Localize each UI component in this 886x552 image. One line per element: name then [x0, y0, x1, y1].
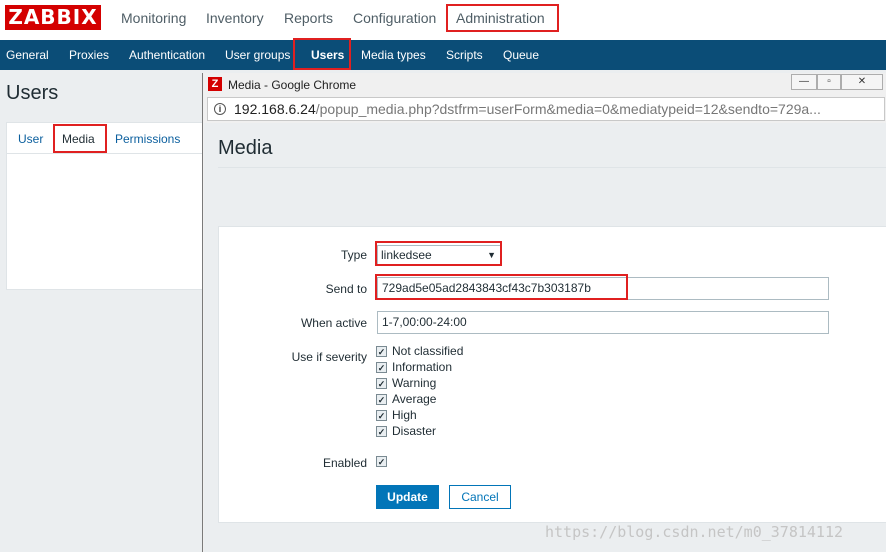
- close-icon[interactable]: ✕: [841, 74, 883, 90]
- popup-content: Media Type Send to When active Use if se…: [204, 123, 886, 552]
- subnav-scripts[interactable]: Scripts: [446, 48, 483, 62]
- checkbox-icon[interactable]: ✓: [376, 378, 387, 389]
- severity-label-text: Information: [392, 360, 453, 374]
- cancel-button[interactable]: Cancel: [449, 485, 511, 509]
- enabled-label: Enabled: [322, 456, 367, 470]
- subnav-user-groups[interactable]: User groups: [225, 48, 290, 62]
- url-host: 192.168.6.24: [234, 101, 316, 117]
- user-tabs-panel: User Media Permissions: [6, 122, 208, 290]
- enabled-checkbox[interactable]: ✓: [376, 456, 387, 467]
- severity-label-text: Disaster: [392, 424, 437, 438]
- menu-monitoring[interactable]: Monitoring: [121, 10, 186, 26]
- checkbox-icon[interactable]: ✓: [376, 346, 387, 357]
- popup-window-title: Media - Google Chrome: [228, 78, 357, 92]
- watermark: https://blog.csdn.net/m0_37814112: [545, 523, 844, 541]
- type-label: Type: [340, 248, 367, 262]
- sendto-label: Send to: [325, 282, 367, 296]
- top-bar: ZABBIX Monitoring Inventory Reports Conf…: [0, 0, 886, 40]
- severity-label-text: Not classified: [392, 344, 464, 358]
- checkbox-icon[interactable]: ✓: [376, 410, 387, 421]
- highlight-type: [375, 241, 502, 266]
- url-bar[interactable]: i 192.168.6.24/popup_media.php?dstfrm=us…: [207, 97, 885, 121]
- severity-label-text: Average: [392, 392, 437, 406]
- checkbox-icon[interactable]: ✓: [376, 426, 387, 437]
- highlight-administration: [446, 4, 559, 32]
- title-divider: [218, 167, 886, 168]
- info-icon[interactable]: i: [214, 103, 226, 115]
- highlight-sendto: [375, 274, 628, 300]
- tab-permissions[interactable]: Permissions: [115, 132, 180, 146]
- tabs-divider: [7, 153, 207, 154]
- highlight-media-tab: [53, 124, 107, 153]
- subnav-queue[interactable]: Queue: [503, 48, 539, 62]
- when-active-input[interactable]: 1-7,00:00-24:00: [377, 311, 829, 334]
- update-button[interactable]: Update: [376, 485, 439, 509]
- menu-reports[interactable]: Reports: [284, 10, 333, 26]
- subnav-media-types[interactable]: Media types: [361, 48, 426, 62]
- media-title: Media: [218, 137, 273, 159]
- checkbox-icon[interactable]: ✓: [376, 394, 387, 405]
- url-path: /popup_media.php?dstfrm=userForm&media=0…: [315, 101, 821, 117]
- severity-label: Use if severity: [291, 350, 367, 364]
- menu-inventory[interactable]: Inventory: [206, 10, 264, 26]
- severity-label-text: High: [392, 408, 417, 422]
- maximize-icon[interactable]: ▫: [817, 74, 841, 90]
- subnav-general[interactable]: General: [6, 48, 49, 62]
- when-active-label: When active: [300, 316, 367, 330]
- media-form: Type Send to When active Use if severity…: [218, 226, 886, 523]
- label-column: Type Send to When active Use if severity…: [219, 227, 367, 524]
- sub-nav: General Proxies Authentication User grou…: [0, 40, 886, 70]
- popup-titlebar[interactable]: Z Media - Google Chrome — ▫ ✕: [203, 73, 886, 95]
- minimize-icon[interactable]: —: [791, 74, 817, 90]
- severity-label-text: Warning: [392, 376, 437, 390]
- subnav-proxies[interactable]: Proxies: [69, 48, 109, 62]
- checkbox-icon[interactable]: ✓: [376, 362, 387, 373]
- page-title: Users: [6, 82, 59, 104]
- tab-user[interactable]: User: [18, 132, 43, 146]
- menu-configuration[interactable]: Configuration: [353, 10, 436, 26]
- highlight-users: [293, 38, 351, 70]
- zabbix-z-icon: Z: [208, 77, 222, 91]
- url-text: 192.168.6.24/popup_media.php?dstfrm=user…: [234, 101, 821, 117]
- media-popup-window: Z Media - Google Chrome — ▫ ✕ i 192.168.…: [202, 73, 886, 552]
- zabbix-logo[interactable]: ZABBIX: [5, 5, 101, 30]
- subnav-authentication[interactable]: Authentication: [129, 48, 205, 62]
